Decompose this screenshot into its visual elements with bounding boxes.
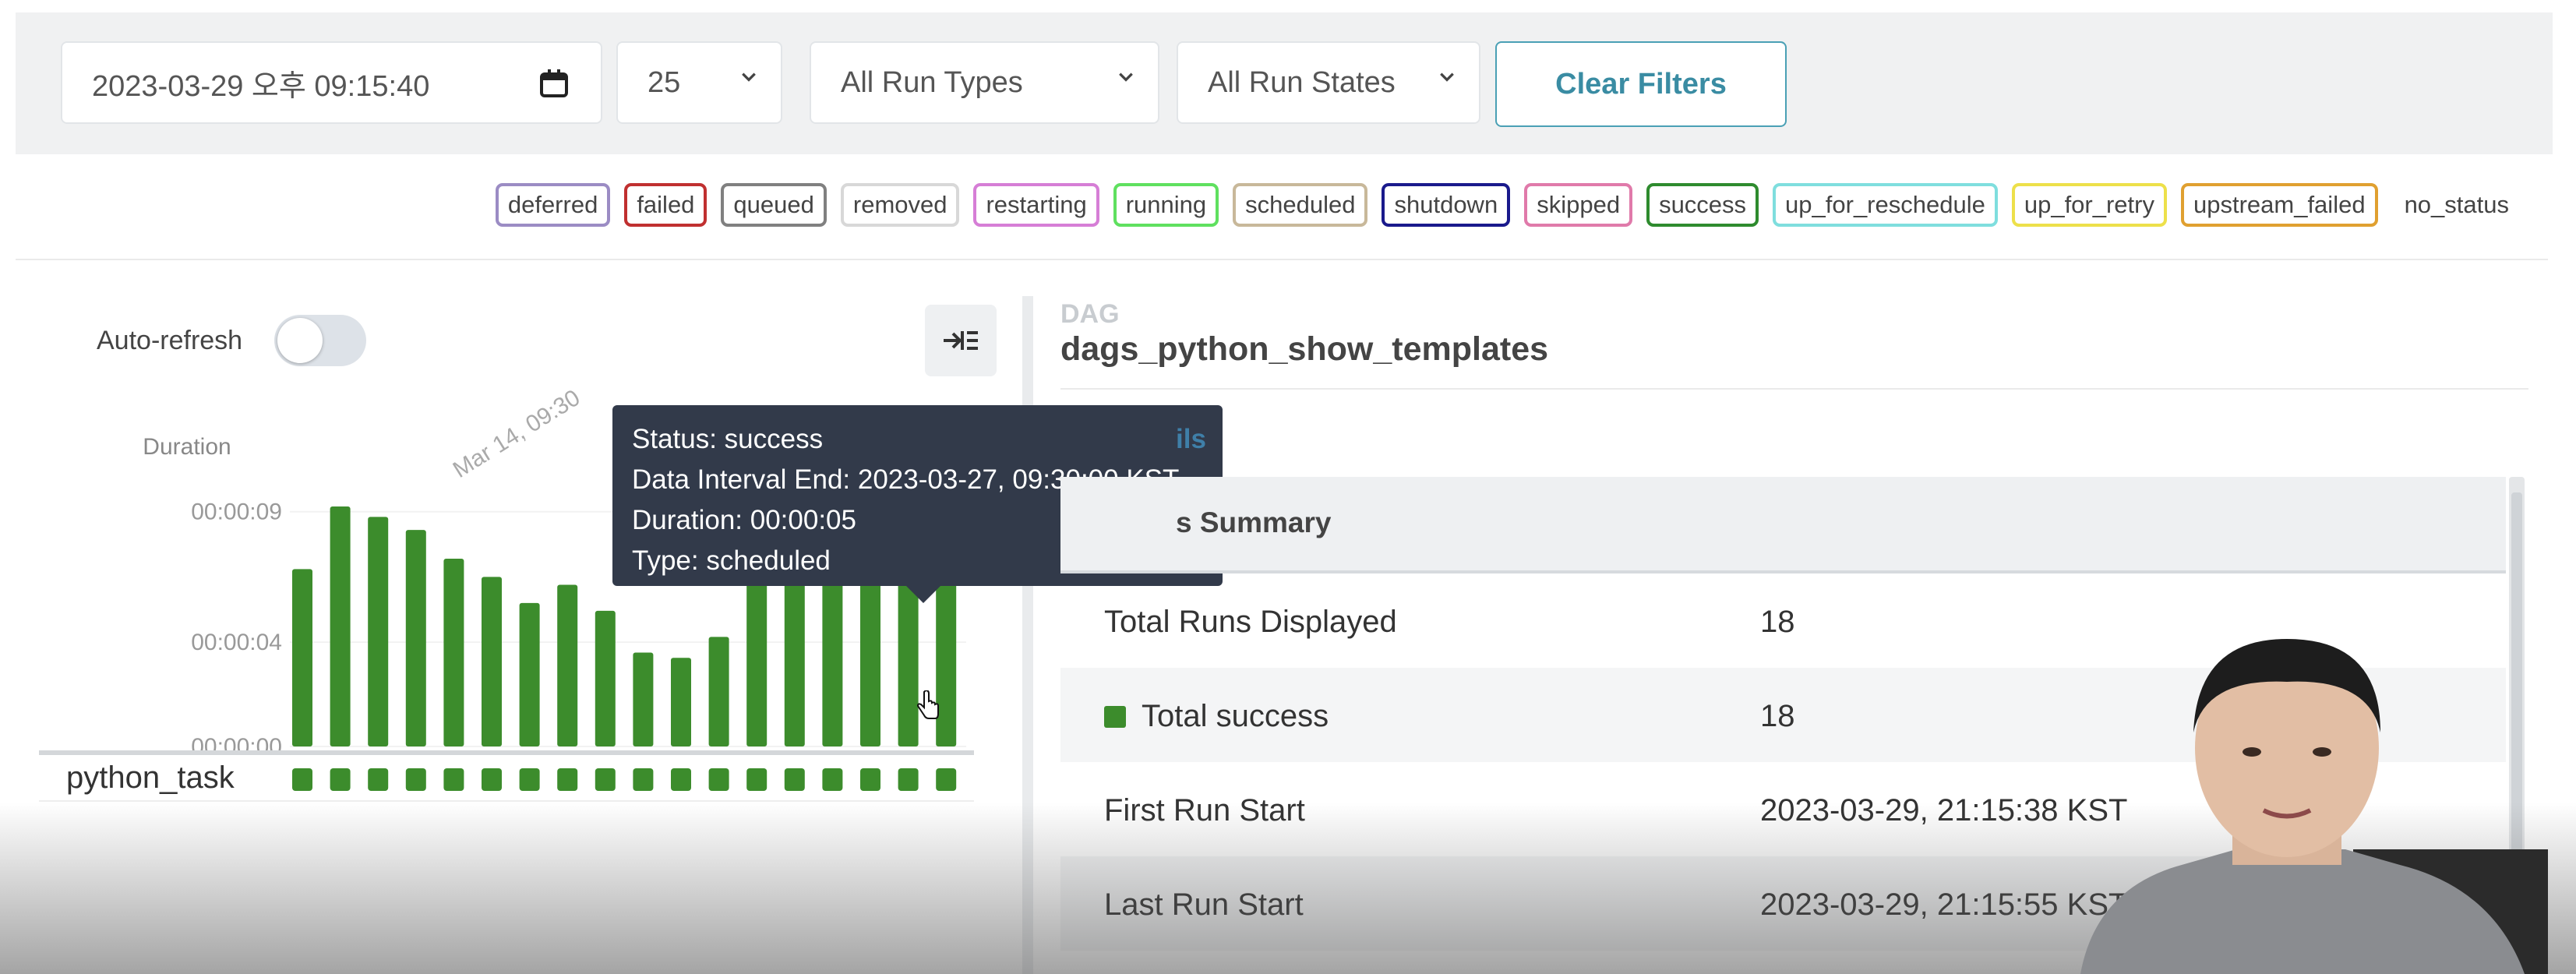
row-value: 18	[1760, 605, 1795, 639]
presenter-webcam	[2080, 639, 2548, 974]
legend-up-for-retry[interactable]: up_for_retry	[2011, 183, 2167, 227]
row-label: First Run Start	[1104, 793, 1305, 828]
duration-bar[interactable]	[784, 563, 805, 746]
legend-skipped[interactable]: skipped	[1524, 183, 1633, 227]
task-instance-square[interactable]	[671, 768, 691, 791]
task-instance-square[interactable]	[898, 768, 919, 791]
legend-shutdown[interactable]: shutdown	[1382, 183, 1511, 227]
divider	[1060, 388, 2528, 390]
tooltip-arrow	[906, 586, 940, 603]
task-instance-square[interactable]	[405, 768, 426, 791]
legend-scheduled[interactable]: scheduled	[1233, 183, 1368, 227]
task-instance-square[interactable]	[443, 768, 464, 791]
run-state-value: All Run States	[1208, 65, 1396, 99]
x-annotation: Mar 14, 09:30	[449, 385, 584, 483]
task-instance-square[interactable]	[784, 768, 805, 791]
dag-kicker: DAG	[1060, 299, 1120, 329]
y-tick-label: 00:00:09	[191, 499, 282, 525]
duration-bar[interactable]	[860, 569, 880, 746]
chevron-down-icon	[1119, 72, 1133, 82]
row-value: 18	[1760, 699, 1795, 733]
legend-up-for-reschedule[interactable]: up_for_reschedule	[1773, 183, 1998, 227]
duration-bar[interactable]	[708, 637, 729, 746]
task-instance-square[interactable]	[482, 768, 502, 791]
duration-bar[interactable]	[368, 517, 389, 746]
task-instance-square[interactable]	[708, 768, 729, 791]
row-label-with-swatch: Total success	[1104, 699, 1329, 734]
task-instance-square[interactable]	[595, 768, 616, 791]
duration-bar[interactable]	[443, 558, 464, 746]
y-tick-label: 00:00:00	[191, 734, 282, 760]
duration-bar[interactable]	[557, 584, 578, 746]
task-instance-square[interactable]	[519, 768, 540, 791]
task-instance-square[interactable]	[368, 768, 389, 791]
y-tick-label: 00:00:04	[191, 630, 282, 655]
duration-bar[interactable]	[482, 577, 502, 746]
task-instance-square[interactable]	[292, 768, 312, 791]
summary-header: s Summary	[1060, 477, 2506, 573]
chevron-down-icon	[1440, 72, 1454, 82]
task-instance-square[interactable]	[860, 768, 880, 791]
duration-bar[interactable]	[671, 658, 691, 746]
dag-title: dags_python_show_templates	[1060, 330, 1549, 368]
row-label: Total Runs Displayed	[1104, 605, 1397, 639]
task-instance-square[interactable]	[822, 768, 843, 791]
duration-bar[interactable]	[405, 530, 426, 746]
duration-bar[interactable]	[595, 610, 616, 746]
clear-filters-button[interactable]: Clear Filters	[1495, 41, 1787, 127]
row-label: Total success	[1142, 699, 1329, 733]
tooltip-status: Status: success	[632, 424, 824, 454]
task-instance-square[interactable]	[936, 768, 957, 791]
task-instance-square[interactable]	[633, 768, 654, 791]
pointer-cursor-icon	[916, 690, 939, 719]
details-link[interactable]: ils	[1176, 424, 1206, 455]
task-instance-square[interactable]	[557, 768, 578, 791]
run-state-select[interactable]: All Run States	[1177, 41, 1480, 124]
legend-running[interactable]: running	[1113, 183, 1219, 227]
panel-splitter[interactable]	[1022, 296, 1033, 974]
task-name[interactable]: python_task	[66, 760, 235, 796]
duration-bar[interactable]	[330, 506, 351, 746]
legend-upstream-failed[interactable]: upstream_failed	[2180, 183, 2378, 227]
task-instance-square[interactable]	[746, 768, 768, 791]
duration-bar[interactable]	[292, 569, 312, 746]
y-axis-label: Duration	[143, 434, 231, 460]
summary-title: s Summary	[1176, 506, 1332, 538]
duration-bar[interactable]	[822, 574, 843, 746]
legend-success[interactable]: success	[1646, 183, 1759, 227]
duration-bar[interactable]	[519, 602, 540, 746]
duration-bar[interactable]	[633, 652, 654, 746]
success-swatch-icon	[1104, 705, 1126, 728]
legend-no-status[interactable]: no_status	[2391, 183, 2521, 227]
task-instance-square[interactable]	[330, 768, 351, 791]
row-label: Last Run Start	[1104, 888, 1304, 922]
